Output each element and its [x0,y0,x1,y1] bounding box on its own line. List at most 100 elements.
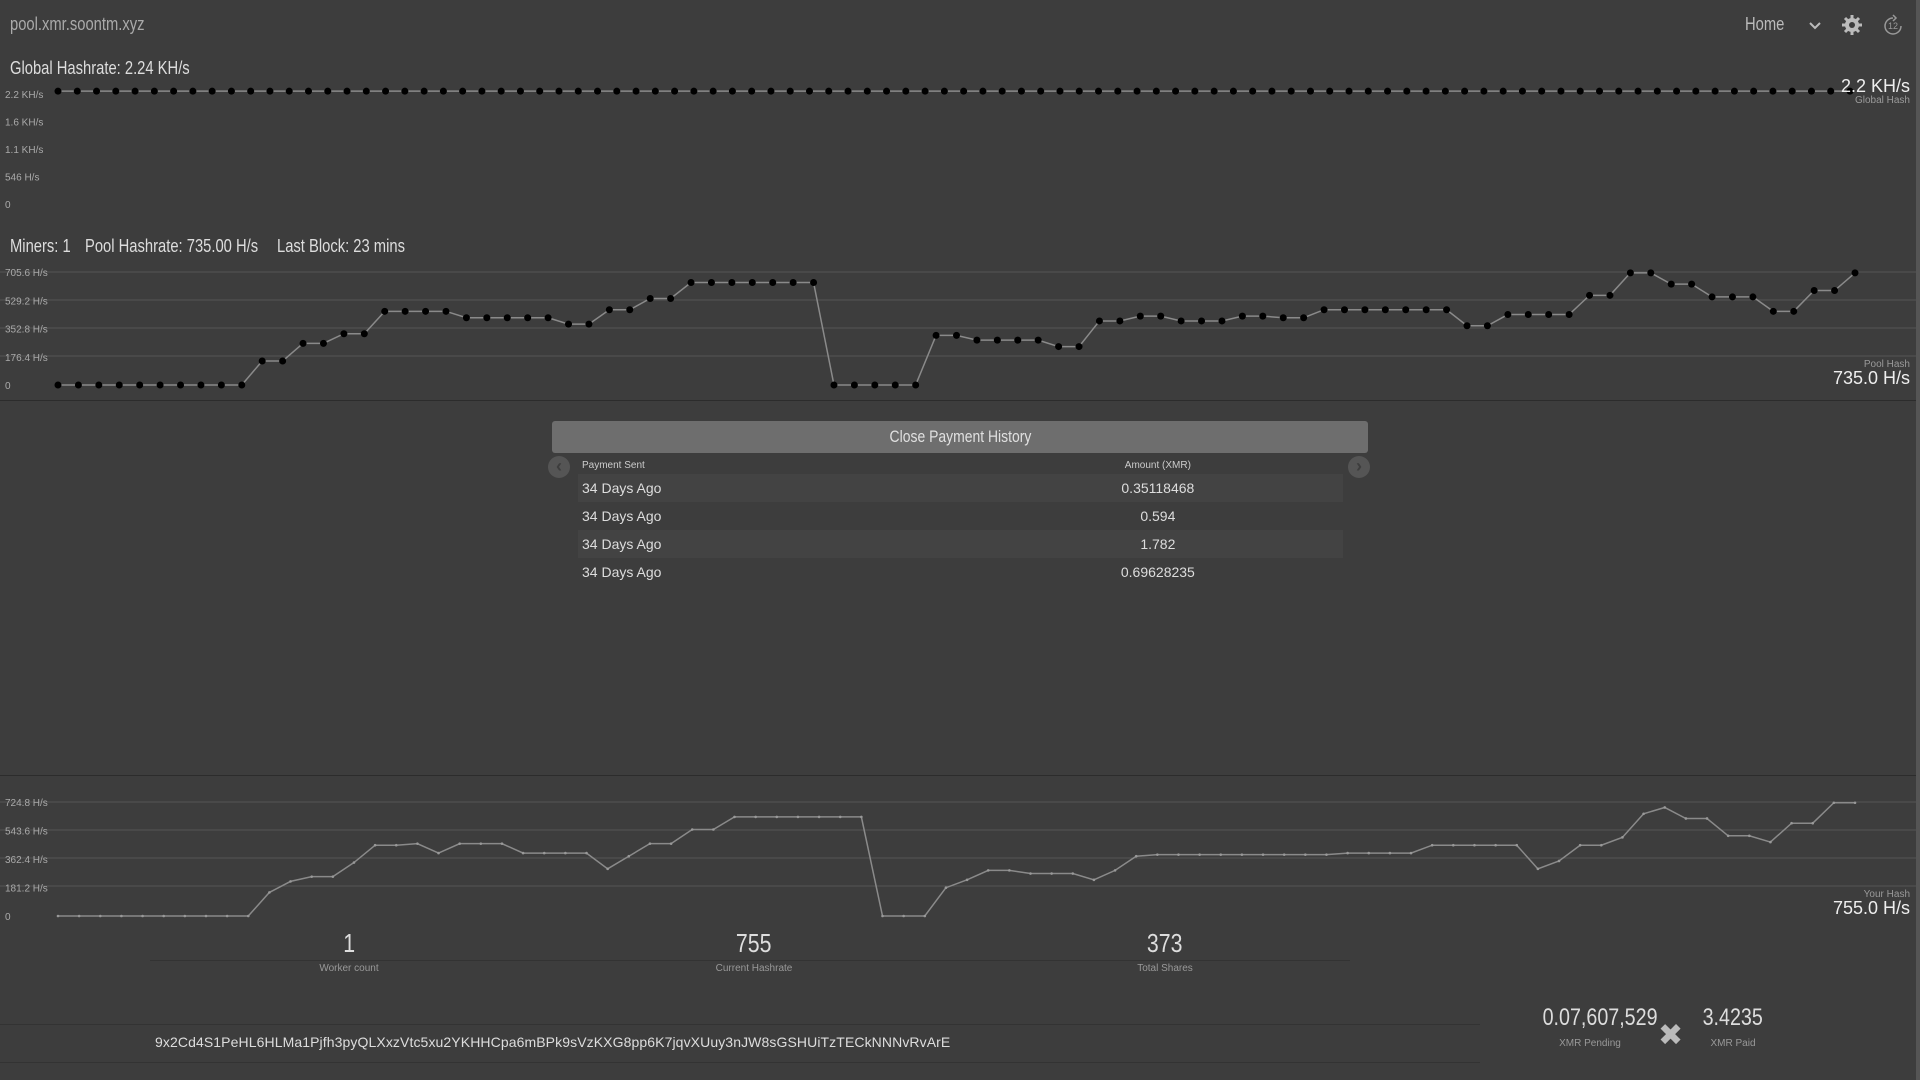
chevron-left-icon: ‹ [556,456,562,476]
data-point [77,914,81,918]
data-point [1728,293,1736,301]
data-point [1663,806,1667,809]
gear-icon[interactable] [1841,14,1863,36]
data-point [973,336,981,344]
data-point [1518,87,1526,95]
data-point [830,381,838,389]
next-page-button[interactable]: › [1348,456,1370,478]
data-point [1606,291,1614,299]
payment-sent-cell: 34 Days Ago [578,502,973,530]
data-point [1811,821,1815,825]
data-point [1326,87,1334,95]
data-point [769,279,777,287]
divider [150,960,1350,961]
data-point [965,878,969,882]
total-shares-label: Total Shares [1137,963,1193,974]
data-point [1325,853,1328,856]
pool-hash-chart: 705.6 H/s 529.2 H/s 352.8 H/s 176.4 H/s 0 735… [0,268,1920,392]
data-point [1832,801,1836,805]
data-point [1494,843,1497,847]
data-point [585,320,593,328]
data-point [1210,87,1218,95]
data-point [1750,87,1758,95]
data-point [712,828,715,831]
site-title-text: pool.xmr.soontm.xyz [10,14,145,34]
data-point [1346,851,1349,855]
data-point [352,861,356,864]
data-point [1853,801,1857,805]
data-point [1463,322,1471,330]
close-payment-history-button[interactable]: Close Payment History [552,421,1368,453]
data-point [1422,306,1430,314]
pool-hashrate: Pool Hashrate: 735.00 H/s [85,236,259,256]
data-point [1769,840,1772,844]
data-point [95,381,103,389]
scrollbar[interactable] [1916,0,1920,1080]
data-point [1642,812,1645,816]
xmr-paid-stat: 3.4235 XMR Paid [1683,1004,1783,1049]
worker-count-stat: 1 Worker count [199,928,499,974]
data-point [150,87,158,95]
refresh-icon[interactable]: 12 [1880,13,1906,39]
data-point [1029,872,1032,875]
payment-sent-cell: 34 Days Ago [578,474,973,502]
data-point [1441,87,1449,95]
data-point [775,815,779,819]
data-point [299,339,307,347]
data-point [1565,311,1573,319]
data-point [953,331,960,339]
table-row: 34 Days Ago 0.594 [578,502,1343,530]
data-point [289,880,292,883]
data-point [883,87,891,95]
data-point [1810,287,1818,295]
total-shares-stat: 373 Total Shares [1015,928,1315,974]
data-point [112,87,120,95]
prev-page-button[interactable]: ‹ [548,456,570,478]
data-point [594,87,602,95]
wallet-address[interactable]: 9x2Cd4S1PeHL6HLMa1Pjfh3pyQLXxzVtc5xu2YKH… [155,1034,950,1050]
data-point [810,279,818,287]
data-point [459,87,467,95]
data-point [1116,317,1124,325]
data-point [1647,269,1655,277]
data-point [1364,87,1372,95]
xmr-pending-label: XMR Pending [1559,1038,1621,1049]
chevron-down-icon[interactable] [1805,14,1825,36]
data-point [442,307,450,315]
data-point [217,381,225,389]
y-tick-label: 1.1 KH/s [5,145,43,156]
data-point [542,851,546,855]
data-point [1667,280,1675,288]
data-point [960,87,968,95]
data-point [902,87,910,95]
data-point [1229,87,1237,95]
data-point [246,914,250,918]
payment-sent-cell: 34 Days Ago [578,558,973,586]
data-point [979,87,987,95]
data-point [1443,306,1451,314]
data-point [516,87,524,95]
data-point [420,87,428,95]
data-point [748,87,756,95]
data-point [204,914,208,918]
data-point [825,87,833,95]
data-point [789,279,797,287]
data-point [266,87,274,95]
data-point [1769,87,1777,95]
data-point [1515,843,1519,847]
data-point [1156,853,1159,856]
nav-home-link[interactable]: Home [1745,14,1793,35]
data-point [838,815,842,819]
data-point [1259,312,1267,320]
global-hash-chart: 2.2 KH/s 1.6 KH/s 1.1 KH/s 546 H/s 0 2.2 KH/s… [5,76,1910,211]
data-point [462,314,470,322]
data-point [74,381,82,389]
y-tick-label: 2.2 KH/s [5,90,43,101]
data-point [1524,311,1532,319]
data-point [1345,87,1353,95]
y-tick-label: 529.2 H/s [5,296,48,307]
site-title[interactable]: pool.xmr.soontm.xyz [10,14,174,35]
y-tick-label: 705.6 H/s [5,268,48,279]
close-icon[interactable]: ✖ [1658,1018,1683,1053]
data-point [268,891,271,894]
